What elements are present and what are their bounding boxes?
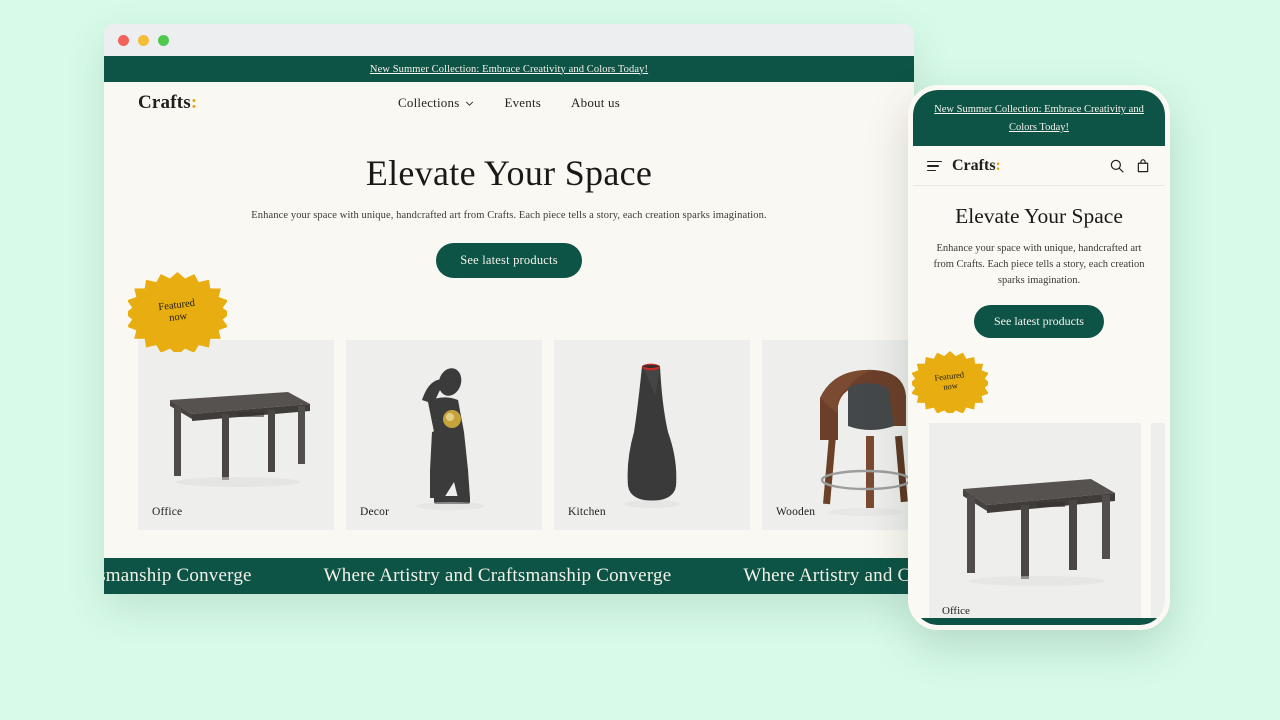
mobile-logo-text: Crafts [952,156,996,174]
mobile-marquee-edge [913,618,1165,625]
mobile-product-card-office[interactable]: Office [929,423,1141,625]
logo[interactable]: Crafts: [138,92,197,114]
marquee-text: Where Artistry and Craftsmanship Converg… [743,565,914,586]
nav-item-events[interactable]: Events [504,95,541,111]
mobile-logo-colon: : [995,156,1001,174]
mobile-logo[interactable]: Crafts: [952,157,1001,175]
see-latest-products-button[interactable]: See latest products [436,243,582,278]
nav-label-events: Events [504,95,542,110]
close-icon[interactable] [118,34,129,46]
mobile-badge-text: Featured now [909,347,992,418]
kitchen-vase-image [554,340,750,530]
nav-label-collections: Collections [398,95,460,110]
mobile-product-card-label: Office [942,605,970,617]
mobile-hero-section: Elevate Your Space Enhance your space wi… [913,186,1165,338]
hero-subtitle: Enhance your space with unique, handcraf… [251,210,767,221]
product-card-label: Decor [360,506,390,518]
mobile-product-card-label: De [1164,605,1165,617]
maximize-icon[interactable] [158,34,169,46]
nav-item-collections[interactable]: Collections [398,95,474,111]
nav-label-about-us: About us [571,95,620,110]
mobile-hero-title: Elevate Your Space [955,204,1123,229]
marquee-banner: Where Artistry and Craftsmanship Converg… [104,558,914,594]
mobile-product-card-list: Office De [929,423,1165,625]
logo-colon: : [190,92,198,113]
page-canvas: New Summer Collection: Embrace Creativit… [0,0,1280,720]
bag-icon[interactable] [1135,158,1151,174]
marquee-track: Where Artistry and Craftsmanship Converg… [104,565,914,587]
product-card-decor[interactable]: Decor [346,340,542,530]
product-card-label: Office [152,506,183,518]
nav-item-about-us[interactable]: About us [571,95,620,111]
featured-now-badge[interactable]: Featured now [128,272,227,352]
menu-icon[interactable] [927,160,942,172]
marquee-text: Where Artistry and Craftsmanship Converg… [104,565,252,586]
badge-line-2: now [168,310,188,325]
product-card-list: Office Decor Kitchen Wooden [138,340,958,530]
site-header: Crafts: Collections Events About us [104,82,914,124]
office-table-image [138,340,334,530]
browser-chrome-bar [104,24,914,56]
mobile-office-table-image [929,423,1141,625]
hero-section: Elevate Your Space Enhance your space wi… [104,124,914,278]
product-card-label: Wooden [776,506,816,518]
badge-text: Featured now [123,266,231,357]
chevron-down-icon [466,101,474,106]
announcement-link[interactable]: New Summer Collection: Embrace Creativit… [370,64,648,75]
mobile-hero-subtitle: Enhance your space with unique, handcraf… [933,243,1145,286]
search-icon[interactable] [1109,158,1125,174]
mobile-product-card-decor[interactable]: De [1151,423,1165,625]
minimize-icon[interactable] [138,34,149,46]
main-navigation: Collections Events About us [104,95,914,111]
logo-text: Crafts [138,92,191,113]
mobile-announcement-bar: New Summer Collection: Embrace Creativit… [913,90,1165,147]
marquee-text: Where Artistry and Craftsmanship Converg… [323,565,672,586]
mobile-header: Crafts: [913,146,1165,187]
mobile-announcement-link[interactable]: New Summer Collection: Embrace Creativit… [934,104,1144,133]
decor-sculpture-image [346,340,542,530]
product-card-office[interactable]: Office [138,340,334,530]
announcement-bar: New Summer Collection: Embrace Creativit… [104,56,914,82]
mobile-see-latest-products-button[interactable]: See latest products [974,304,1104,338]
product-card-kitchen[interactable]: Kitchen [554,340,750,530]
mobile-featured-now-badge[interactable]: Featured now [912,351,988,413]
hero-title: Elevate Your Space [365,153,653,193]
mobile-badge-line-2: now [942,380,959,392]
product-card-label: Kitchen [568,506,606,518]
